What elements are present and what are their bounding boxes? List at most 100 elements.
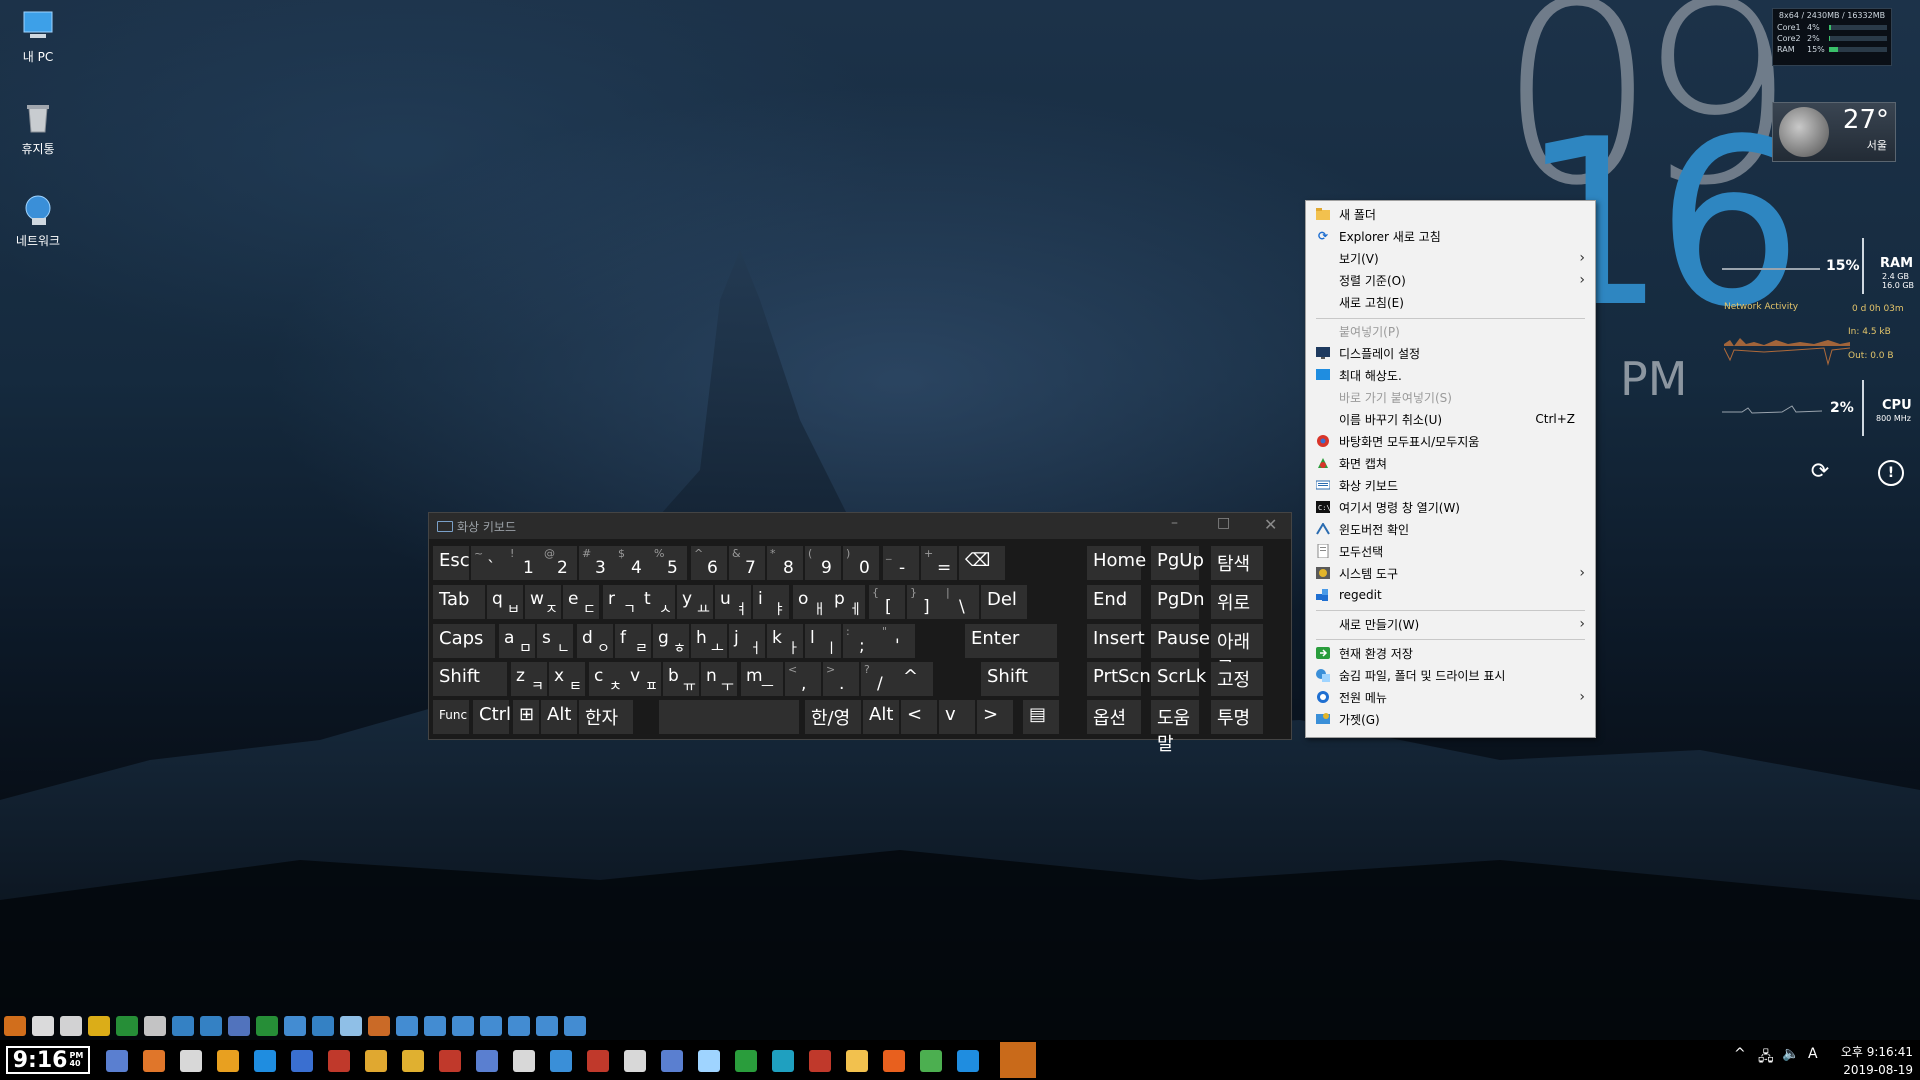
osk-key[interactable]: }] xyxy=(907,585,943,619)
menu-item-view[interactable]: 보기(V) › xyxy=(1306,247,1595,269)
active-taskbar-button[interactable] xyxy=(1000,1042,1036,1078)
taskbar-app-icon[interactable] xyxy=(217,1050,239,1072)
shutdown-icon[interactable]: ! xyxy=(1878,460,1904,486)
menu-item-gadgets[interactable]: 가젯(G) xyxy=(1306,708,1595,730)
osk-key[interactable]: End xyxy=(1087,585,1141,619)
menu-item-paste[interactable]: 붙여넣기(P) xyxy=(1306,320,1595,342)
quick-launch-app-icon[interactable] xyxy=(116,1016,138,1036)
osk-key[interactable]: ^ xyxy=(897,662,933,696)
osk-key[interactable]: ~ ` xyxy=(471,546,507,580)
osk-key[interactable]: PgDn xyxy=(1151,585,1205,619)
osk-key[interactable]: dㅇ xyxy=(577,624,613,658)
osk-key[interactable]: > xyxy=(977,700,1013,734)
menu-item-screen-capture[interactable]: 화면 캡쳐 xyxy=(1306,452,1595,474)
quick-launch-app-icon[interactable] xyxy=(144,1016,166,1036)
quick-launch-app-icon[interactable] xyxy=(424,1016,446,1036)
osk-key[interactable]: Pause xyxy=(1151,624,1210,658)
osk-key[interactable]: yㅛ xyxy=(677,585,713,619)
osk-key[interactable]: hㅗ xyxy=(691,624,727,658)
osk-key[interactable]: * 8 xyxy=(767,546,803,580)
osk-key[interactable]: jㅓ xyxy=(729,624,765,658)
osk-key[interactable]: zㅋ xyxy=(511,662,547,696)
osk-key[interactable]: $4 xyxy=(615,546,651,580)
quick-launch-app-icon[interactable] xyxy=(368,1016,390,1036)
desktop-icon-recycle-bin[interactable]: 휴지통 xyxy=(0,100,76,157)
menu-item-refresh[interactable]: 새로 고침(E) xyxy=(1306,291,1595,313)
osk-key[interactable]: _ - xyxy=(883,546,919,580)
osk-key[interactable]: Caps xyxy=(433,624,495,658)
ime-indicator[interactable]: A xyxy=(1808,1046,1818,1062)
osk-key[interactable]: qㅂ xyxy=(487,585,523,619)
osk-key[interactable]: 고정 xyxy=(1211,662,1263,696)
osk-key[interactable]: v xyxy=(939,700,975,734)
osk-key[interactable]: sㄴ xyxy=(537,624,573,658)
taskbar-app-icon[interactable] xyxy=(476,1050,498,1072)
desktop-icon-my-pc[interactable]: 내 PC xyxy=(0,8,76,65)
quick-launch-app-icon[interactable] xyxy=(32,1016,54,1036)
osk-key[interactable]: ⌫ xyxy=(959,546,1005,580)
tray-chevron-icon[interactable]: ^ xyxy=(1734,1046,1746,1062)
osk-key[interactable]: ^ 6 xyxy=(691,546,727,580)
osk-key[interactable]: ScrLk xyxy=(1151,662,1206,696)
osk-key[interactable]: xㅌ xyxy=(549,662,585,696)
osk-key[interactable]: 위로 xyxy=(1211,585,1263,619)
taskbar-app-icon[interactable] xyxy=(624,1050,646,1072)
taskbar-app-icon[interactable] xyxy=(957,1050,979,1072)
quick-launch-app-icon[interactable] xyxy=(88,1016,110,1036)
osk-key[interactable]: Alt xyxy=(863,700,899,734)
taskbar-clock-widget[interactable]: 9:16 PM 40 xyxy=(6,1046,90,1074)
minimize-icon[interactable]: – xyxy=(1171,515,1178,531)
osk-key[interactable]: Esc xyxy=(433,546,470,580)
osk-key[interactable]: Alt xyxy=(541,700,577,734)
volume-icon[interactable]: 🔈 xyxy=(1782,1046,1799,1062)
osk-key[interactable]: < xyxy=(901,700,937,734)
osk-key[interactable]: 아래로 xyxy=(1211,624,1263,679)
quick-launch-app-icon[interactable] xyxy=(60,1016,82,1036)
taskbar-app-icon[interactable] xyxy=(106,1050,128,1072)
osk-key[interactable]: 투명 xyxy=(1211,700,1263,734)
osk-key[interactable]: oㅐ xyxy=(793,585,829,619)
osk-key[interactable]: ⊞ xyxy=(513,700,539,734)
osk-key[interactable]: Shift xyxy=(981,662,1059,696)
quick-launch-app-icon[interactable] xyxy=(564,1016,586,1036)
menu-item-save-environment[interactable]: 현재 환경 저장 xyxy=(1306,642,1595,664)
menu-item-regedit[interactable]: regedit xyxy=(1306,584,1595,606)
osk-key[interactable]: <, xyxy=(785,662,821,696)
desktop-icon-network[interactable]: 네트워크 xyxy=(0,192,76,249)
menu-item-select-all[interactable]: 모두선택 xyxy=(1306,540,1595,562)
quick-launch-app-icon[interactable] xyxy=(200,1016,222,1036)
osk-key[interactable]: 옵션 xyxy=(1087,700,1141,734)
osk-key[interactable]: iㅑ xyxy=(753,585,789,619)
osk-key[interactable]: vㅍ xyxy=(625,662,661,696)
osk-key[interactable]: 한/영 xyxy=(805,700,861,734)
taskbar-app-icon[interactable] xyxy=(254,1050,276,1072)
taskbar-app-icon[interactable] xyxy=(846,1050,868,1072)
menu-item-on-screen-keyboard[interactable]: 화상 키보드 xyxy=(1306,474,1595,496)
taskbar-app-icon[interactable] xyxy=(698,1050,720,1072)
menu-item-paste-shortcut[interactable]: 바로 가기 붙여넣기(S) xyxy=(1306,386,1595,408)
osk-key[interactable]: ! 1 xyxy=(507,546,543,580)
osk-key[interactable]: #3 xyxy=(579,546,615,580)
tray-datetime[interactable]: 오후 9:16:41 2019-08-19 xyxy=(1837,1043,1913,1079)
osk-key[interactable]: cㅊ xyxy=(589,662,625,696)
osk-key[interactable]: ? / xyxy=(861,662,897,696)
osk-key[interactable]: fㄹ xyxy=(615,624,651,658)
osk-key[interactable]: :; xyxy=(843,624,879,658)
taskbar-app-icon[interactable] xyxy=(772,1050,794,1072)
osk-key[interactable]: Insert xyxy=(1087,624,1145,658)
taskbar-app-icon[interactable] xyxy=(328,1050,350,1072)
osk-key[interactable]: pㅔ xyxy=(829,585,865,619)
menu-item-winver[interactable]: 윈도버전 확인 xyxy=(1306,518,1595,540)
osk-key[interactable]: nㅜ xyxy=(701,662,737,696)
menu-item-new-folder[interactable]: 새 폴더 xyxy=(1306,203,1595,225)
osk-key[interactable]: ) 0 xyxy=(843,546,879,580)
menu-item-power-menu[interactable]: 전원 메뉴 › xyxy=(1306,686,1595,708)
quick-launch-app-icon[interactable] xyxy=(172,1016,194,1036)
menu-item-show-hidden-files[interactable]: 숨김 파일, 폴더 및 드라이브 표시 xyxy=(1306,664,1595,686)
osk-key[interactable]: Shift xyxy=(433,662,507,696)
taskbar-app-icon[interactable] xyxy=(550,1050,572,1072)
menu-item-new[interactable]: 새로 만들기(W) › xyxy=(1306,613,1595,635)
osk-key[interactable]: Tab xyxy=(433,585,485,619)
quick-launch-app-icon[interactable] xyxy=(340,1016,362,1036)
osk-key[interactable]: uㅕ xyxy=(715,585,751,619)
